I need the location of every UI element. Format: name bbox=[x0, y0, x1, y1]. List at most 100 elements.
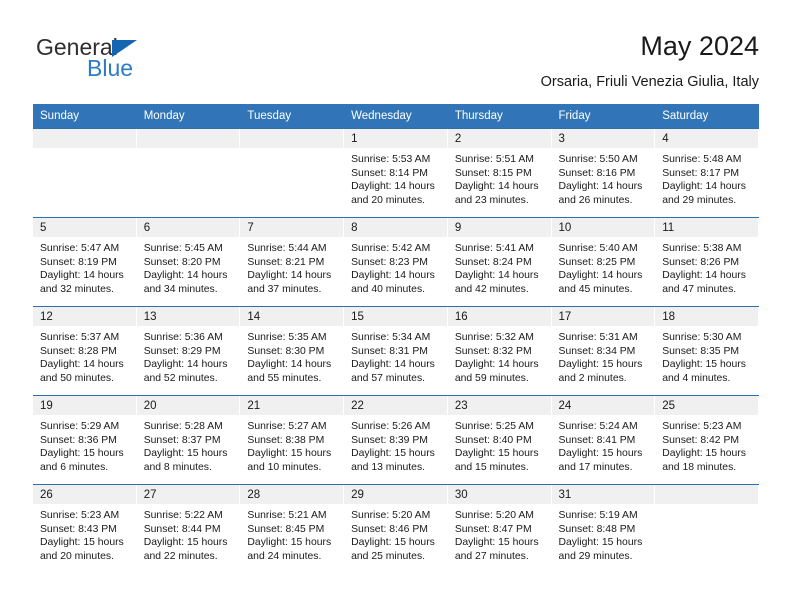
sunset-time: Sunset: 8:40 PM bbox=[454, 434, 532, 446]
calendar-day-cell[interactable]: 29 Sunrise: 5:20 AM Sunset: 8:46 PM Dayligh… bbox=[344, 484, 448, 573]
day-number: 17 bbox=[551, 307, 655, 326]
sunrise-time: Sunrise: 5:21 AM bbox=[247, 510, 327, 521]
sunrise-time: Sunrise: 5:20 AM bbox=[454, 510, 534, 521]
calendar-day-cell[interactable]: 15 Sunrise: 5:34 AM Sunset: 8:31 PM Dayligh… bbox=[344, 306, 448, 396]
day-cell-content: 7 Sunrise: 5:44 AM Sunset: 8:21 PM Daylight… bbox=[240, 218, 345, 306]
day-sun-info: Sunrise: 5:40 AM Sunset: 8:25 PM Daylight:… bbox=[552, 237, 655, 296]
weekday-header-wednesday: Wednesday bbox=[344, 104, 448, 129]
daylight-duration-line1: Daylight: 15 hours bbox=[247, 537, 332, 549]
sunset-time: Sunset: 8:21 PM bbox=[247, 256, 325, 268]
sunset-time: Sunset: 8:29 PM bbox=[143, 345, 221, 357]
daylight-duration-line2: and 15 minutes. bbox=[454, 461, 529, 473]
calendar-day-cell[interactable]: 14 Sunrise: 5:35 AM Sunset: 8:30 PM Dayligh… bbox=[240, 306, 345, 396]
sunrise-time: Sunrise: 5:48 AM bbox=[662, 154, 742, 165]
calendar-day-cell[interactable]: 25 Sunrise: 5:23 AM Sunset: 8:42 PM Dayligh… bbox=[655, 395, 759, 485]
day-sun-info: Sunrise: 5:35 AM Sunset: 8:30 PM Daylight:… bbox=[240, 326, 343, 385]
calendar-day-cell[interactable]: 22 Sunrise: 5:26 AM Sunset: 8:39 PM Dayligh… bbox=[344, 395, 448, 485]
sunset-time: Sunset: 8:39 PM bbox=[351, 434, 428, 446]
day-sun-info: Sunrise: 5:26 AM Sunset: 8:39 PM Daylight:… bbox=[344, 415, 447, 474]
calendar-day-cell[interactable]: 5 Sunrise: 5:47 AM Sunset: 8:19 PM Daylight… bbox=[33, 217, 137, 307]
calendar-day-cell[interactable]: 26 Sunrise: 5:23 AM Sunset: 8:43 PM Dayligh… bbox=[33, 484, 137, 573]
calendar-day-cell[interactable]: 4 Sunrise: 5:48 AM Sunset: 8:17 PM Daylight… bbox=[655, 128, 759, 218]
day-sun-info: Sunrise: 5:34 AM Sunset: 8:31 PM Daylight:… bbox=[344, 326, 447, 385]
sunset-time: Sunset: 8:36 PM bbox=[40, 434, 117, 446]
calendar-day-cell[interactable]: 13 Sunrise: 5:36 AM Sunset: 8:29 PM Dayligh… bbox=[136, 306, 241, 396]
calendar-header-row: Sunday Monday Tuesday Wednesday Thursday… bbox=[33, 104, 759, 129]
daylight-duration-line1: Daylight: 14 hours bbox=[247, 359, 332, 371]
day-cell-content bbox=[136, 129, 241, 217]
calendar-day-cell[interactable]: 9 Sunrise: 5:41 AM Sunset: 8:24 PM Daylight… bbox=[447, 217, 552, 307]
daylight-duration-line1: Daylight: 15 hours bbox=[454, 448, 539, 460]
calendar-day-cell[interactable]: 10 Sunrise: 5:40 AM Sunset: 8:25 PM Dayligh… bbox=[551, 217, 656, 307]
day-sun-info: Sunrise: 5:41 AM Sunset: 8:24 PM Daylight:… bbox=[448, 237, 551, 296]
daylight-duration-line1: Daylight: 15 hours bbox=[558, 537, 643, 549]
daylight-duration-line2: and 59 minutes. bbox=[454, 372, 529, 384]
daylight-duration-line2: and 34 minutes. bbox=[143, 283, 218, 295]
daylight-duration-line1: Daylight: 14 hours bbox=[40, 270, 124, 282]
day-number: 10 bbox=[551, 218, 655, 237]
day-number: 8 bbox=[344, 218, 447, 237]
sunrise-time: Sunrise: 5:31 AM bbox=[558, 332, 638, 343]
calendar-day-cell[interactable]: 31 Sunrise: 5:19 AM Sunset: 8:48 PM Dayligh… bbox=[551, 484, 656, 573]
day-cell-content: 2 Sunrise: 5:51 AM Sunset: 8:15 PM Daylight… bbox=[447, 129, 552, 217]
daylight-duration-line2: and 13 minutes. bbox=[351, 461, 426, 473]
calendar-day-cell[interactable]: 28 Sunrise: 5:21 AM Sunset: 8:45 PM Dayligh… bbox=[240, 484, 345, 573]
calendar-day-cell[interactable]: 11 Sunrise: 5:38 AM Sunset: 8:26 PM Dayligh… bbox=[655, 217, 759, 307]
day-cell-content: 28 Sunrise: 5:21 AM Sunset: 8:45 PM Dayligh… bbox=[240, 485, 345, 573]
sunset-time: Sunset: 8:38 PM bbox=[247, 434, 325, 446]
calendar-day-cell[interactable]: 1 Sunrise: 5:53 AM Sunset: 8:14 PM Daylight… bbox=[344, 128, 448, 218]
day-cell-content: 4 Sunrise: 5:48 AM Sunset: 8:17 PM Daylight… bbox=[655, 129, 759, 217]
day-cell-content bbox=[33, 129, 137, 217]
calendar-day-cell[interactable]: 24 Sunrise: 5:24 AM Sunset: 8:41 PM Dayligh… bbox=[551, 395, 656, 485]
calendar-day-cell[interactable]: 17 Sunrise: 5:31 AM Sunset: 8:34 PM Dayligh… bbox=[551, 306, 656, 396]
general-blue-logo[interactable]: General Blue bbox=[33, 34, 263, 94]
calendar-day-cell[interactable]: 7 Sunrise: 5:44 AM Sunset: 8:21 PM Daylight… bbox=[240, 217, 345, 307]
day-sun-info: Sunrise: 5:45 AM Sunset: 8:20 PM Daylight:… bbox=[137, 237, 240, 296]
calendar-day-cell[interactable]: 8 Sunrise: 5:42 AM Sunset: 8:23 PM Daylight… bbox=[344, 217, 448, 307]
sunset-time: Sunset: 8:31 PM bbox=[351, 345, 428, 357]
calendar-day-cell[interactable]: 19 Sunrise: 5:29 AM Sunset: 8:36 PM Dayligh… bbox=[33, 395, 137, 485]
daylight-duration-line2: and 50 minutes. bbox=[40, 372, 114, 384]
day-sun-info: Sunrise: 5:51 AM Sunset: 8:15 PM Daylight:… bbox=[448, 148, 551, 207]
daylight-duration-line2: and 10 minutes. bbox=[247, 461, 322, 473]
calendar-day-cell[interactable]: 21 Sunrise: 5:27 AM Sunset: 8:38 PM Dayligh… bbox=[240, 395, 345, 485]
daylight-duration-line1: Daylight: 14 hours bbox=[454, 181, 539, 193]
calendar-day-cell[interactable]: 30 Sunrise: 5:20 AM Sunset: 8:47 PM Dayligh… bbox=[447, 484, 552, 573]
calendar-week-row: 5 Sunrise: 5:47 AM Sunset: 8:19 PM Daylight… bbox=[33, 217, 759, 307]
daylight-duration-line1: Daylight: 15 hours bbox=[40, 448, 124, 460]
day-cell-content: 24 Sunrise: 5:24 AM Sunset: 8:41 PM Dayligh… bbox=[551, 396, 656, 484]
calendar-day-cell[interactable]: 23 Sunrise: 5:25 AM Sunset: 8:40 PM Dayligh… bbox=[447, 395, 552, 485]
sunset-time: Sunset: 8:32 PM bbox=[454, 345, 532, 357]
day-cell-content: 23 Sunrise: 5:25 AM Sunset: 8:40 PM Dayligh… bbox=[447, 396, 552, 484]
calendar-day-cell[interactable]: 2 Sunrise: 5:51 AM Sunset: 8:15 PM Daylight… bbox=[447, 128, 552, 218]
daylight-duration-line1: Daylight: 15 hours bbox=[662, 448, 746, 460]
day-number: 24 bbox=[551, 396, 655, 415]
sunset-time: Sunset: 8:48 PM bbox=[558, 523, 636, 535]
sunrise-time: Sunrise: 5:32 AM bbox=[454, 332, 534, 343]
calendar-day-cell[interactable]: 27 Sunrise: 5:22 AM Sunset: 8:44 PM Dayligh… bbox=[136, 484, 241, 573]
day-cell-content: 13 Sunrise: 5:36 AM Sunset: 8:29 PM Dayligh… bbox=[136, 307, 241, 395]
sunrise-time: Sunrise: 5:51 AM bbox=[454, 154, 534, 165]
daylight-duration-line2: and 42 minutes. bbox=[454, 283, 529, 295]
calendar-day-cell[interactable]: 20 Sunrise: 5:28 AM Sunset: 8:37 PM Dayligh… bbox=[136, 395, 241, 485]
day-number: 3 bbox=[551, 129, 655, 148]
calendar-day-cell[interactable]: 12 Sunrise: 5:37 AM Sunset: 8:28 PM Dayligh… bbox=[33, 306, 137, 396]
calendar-day-cell[interactable]: 6 Sunrise: 5:45 AM Sunset: 8:20 PM Daylight… bbox=[136, 217, 241, 307]
day-number bbox=[655, 485, 758, 504]
calendar-day-cell[interactable]: 18 Sunrise: 5:30 AM Sunset: 8:35 PM Dayligh… bbox=[655, 306, 759, 396]
weekday-header-tuesday: Tuesday bbox=[240, 104, 345, 129]
sunrise-time: Sunrise: 5:50 AM bbox=[558, 154, 638, 165]
page-title: May 2024 bbox=[640, 31, 759, 61]
day-cell-content: 10 Sunrise: 5:40 AM Sunset: 8:25 PM Dayligh… bbox=[551, 218, 656, 306]
day-cell-content: 17 Sunrise: 5:31 AM Sunset: 8:34 PM Dayligh… bbox=[551, 307, 656, 395]
calendar-day-cell[interactable]: 16 Sunrise: 5:32 AM Sunset: 8:32 PM Dayligh… bbox=[447, 306, 552, 396]
sunset-time: Sunset: 8:17 PM bbox=[662, 167, 740, 179]
day-number: 21 bbox=[240, 396, 344, 415]
daylight-duration-line1: Daylight: 14 hours bbox=[143, 270, 228, 282]
day-sun-info: Sunrise: 5:36 AM Sunset: 8:29 PM Daylight:… bbox=[137, 326, 240, 385]
day-sun-info: Sunrise: 5:19 AM Sunset: 8:48 PM Daylight:… bbox=[552, 504, 655, 563]
sunset-time: Sunset: 8:37 PM bbox=[143, 434, 221, 446]
daylight-duration-line1: Daylight: 14 hours bbox=[454, 270, 539, 282]
day-sun-info: Sunrise: 5:32 AM Sunset: 8:32 PM Daylight:… bbox=[448, 326, 551, 385]
calendar-day-cell[interactable]: 3 Sunrise: 5:50 AM Sunset: 8:16 PM Daylight… bbox=[551, 128, 656, 218]
